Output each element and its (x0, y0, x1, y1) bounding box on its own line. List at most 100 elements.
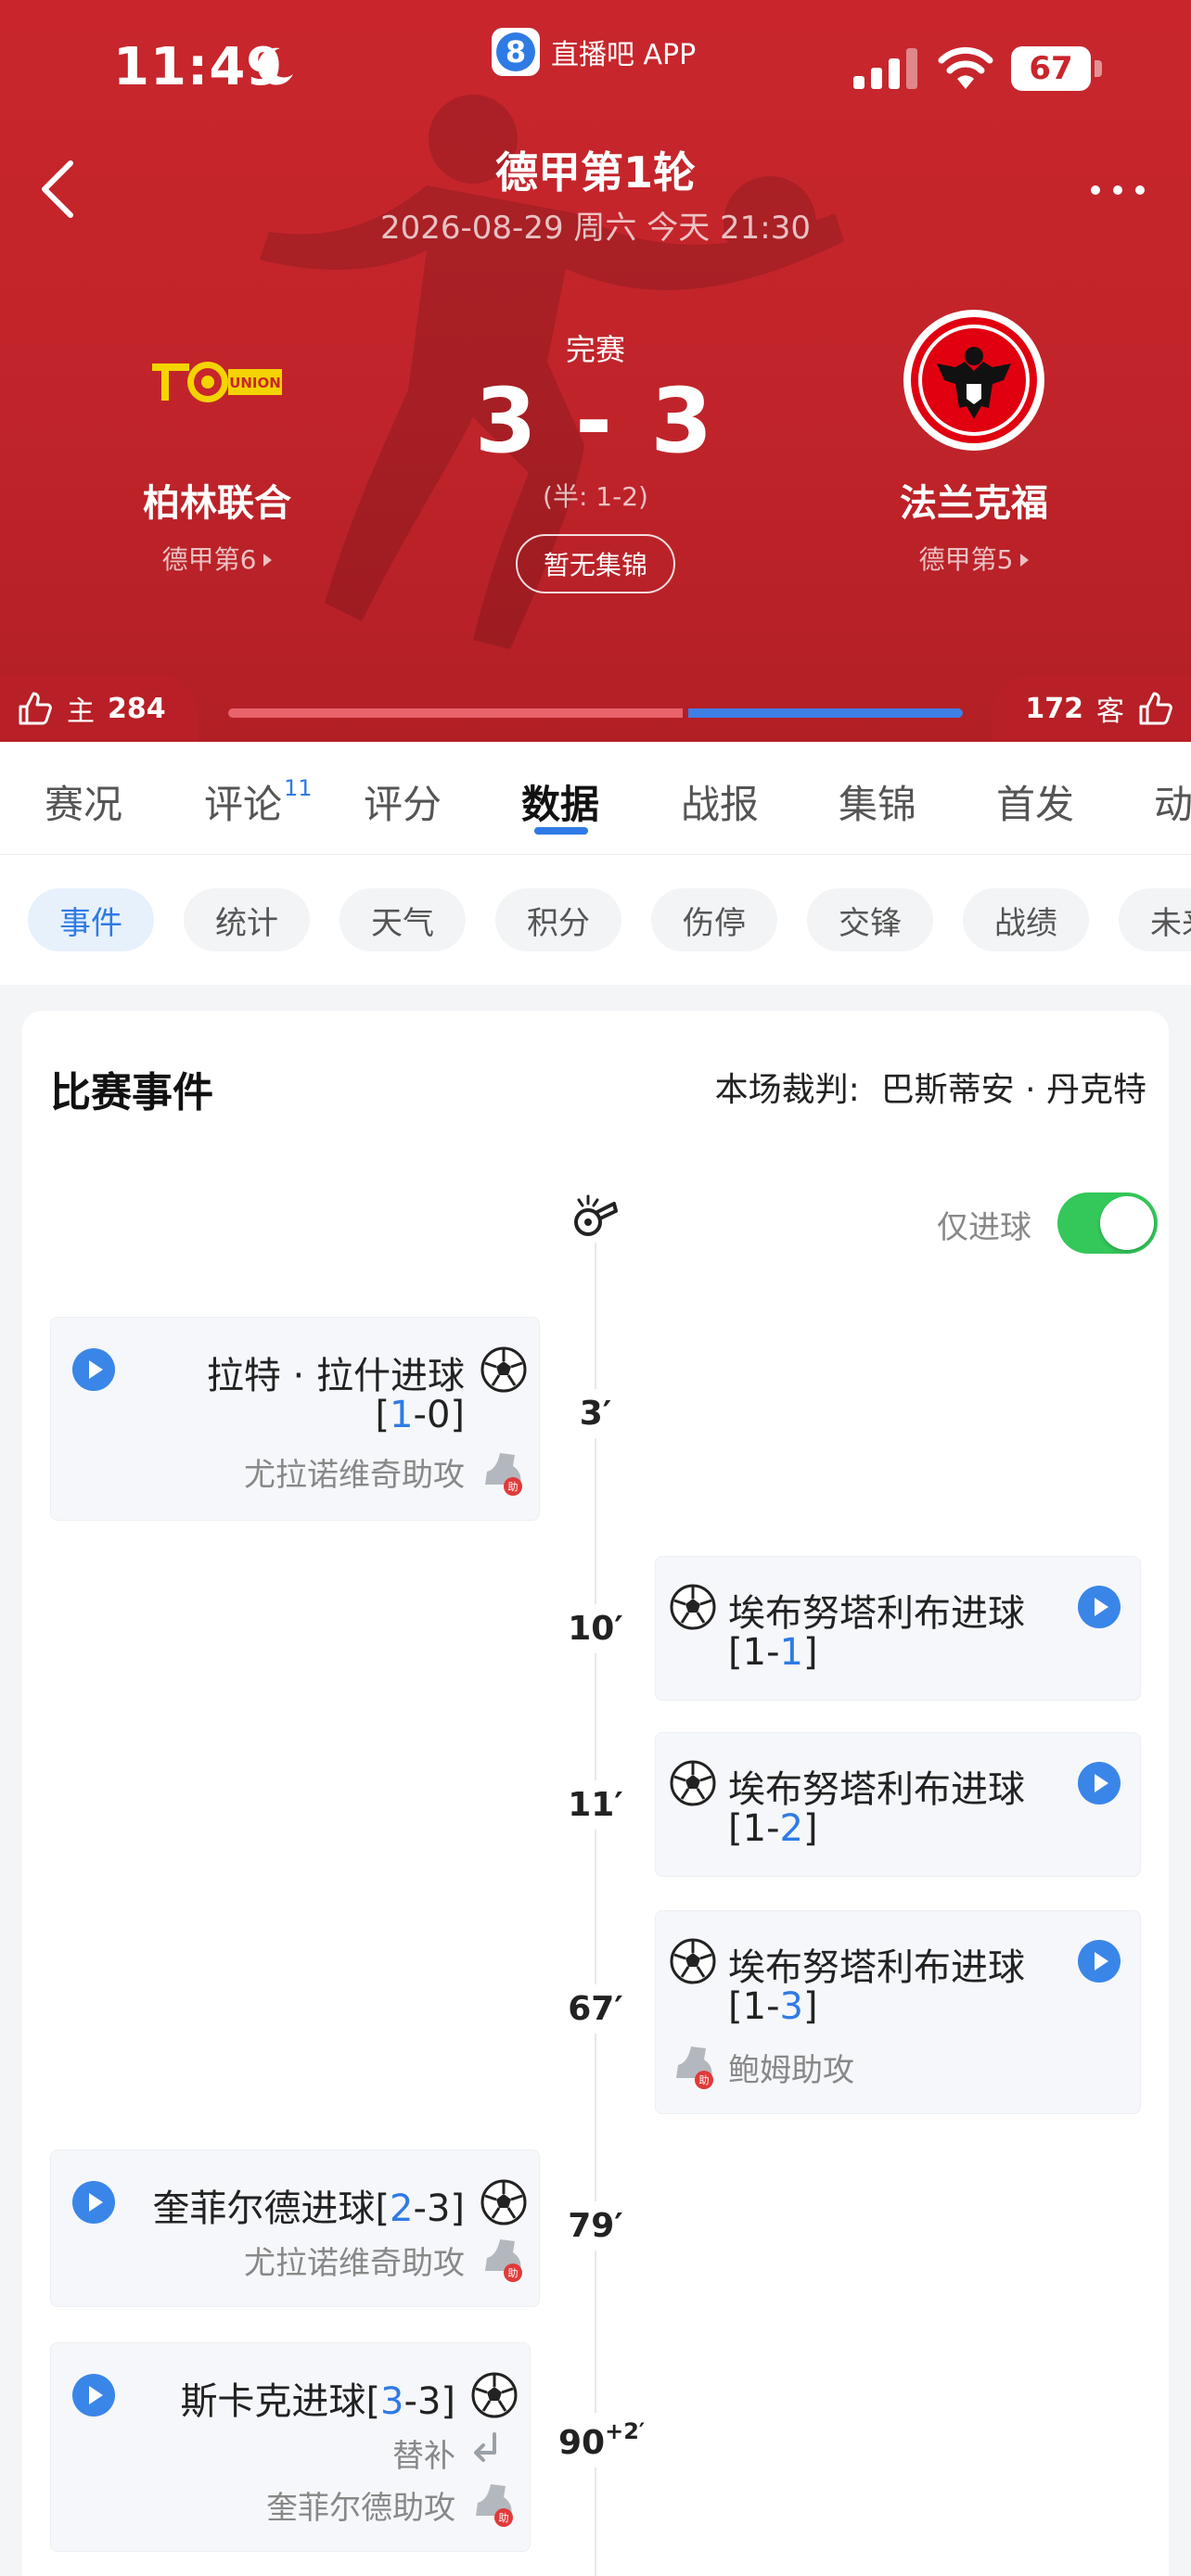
soccer-ball-icon (670, 1584, 716, 1630)
tab-data[interactable]: 数据 (521, 773, 599, 830)
soccer-ball-icon (471, 2372, 518, 2418)
assist-text: 奎菲尔德助攻 (266, 2490, 455, 2527)
moon-icon (257, 47, 293, 85)
event-minute: 3′ (558, 1389, 633, 1438)
more-options-icon[interactable] (1087, 182, 1148, 198)
referee-name: 巴斯蒂安 · 丹克特 (880, 1071, 1146, 1109)
away-vote-button[interactable]: 172 客 (992, 675, 1191, 742)
goal-scorer: 埃布努塔利布进球 (728, 1768, 1025, 1811)
substitute-arrow-icon (474, 2432, 496, 2462)
assist-boot-icon: 助 (485, 2239, 522, 2282)
goal-event-card[interactable]: 奎菲尔德进球[2-3] 尤拉诺维奇助攻 助 (50, 2149, 540, 2307)
whistle-icon (570, 1192, 620, 1243)
assist-text: 尤拉诺维奇助攻 (244, 1457, 465, 1494)
tab-lineup[interactable]: 首发 (996, 773, 1074, 830)
goal-scorer: 埃布努塔利布进球 (728, 1592, 1025, 1635)
play-video-icon[interactable] (1077, 1585, 1121, 1629)
goal-event-card[interactable]: 斯卡克进球[3-3] 替补 奎菲尔德助攻 助 (50, 2342, 531, 2552)
assist-boot-icon: 助 (476, 2484, 513, 2527)
play-video-icon[interactable] (71, 1347, 116, 1392)
tab-report[interactable]: 战报 (681, 773, 759, 830)
away-vote-count: 172 (1025, 692, 1083, 725)
wifi-icon (938, 46, 993, 89)
goal-scorer: 埃布努塔利布进球 (728, 1946, 1025, 1989)
goal-event-card[interactable]: 埃布努塔利布进球 [1-3] 助 鲍姆助攻 (655, 1910, 1141, 2114)
chevron-right-icon (263, 554, 273, 567)
vote-ratio-track (228, 708, 963, 718)
home-vote-button[interactable]: 主 284 (0, 675, 198, 742)
svg-text:助: 助 (699, 2073, 710, 2086)
match-events-card: 比赛事件 本场裁判: 巴斯蒂安 · 丹克特 仅进球 3′ 10′ 11′ 67′… (22, 1011, 1169, 2576)
league-round-title: 德甲第1轮 (494, 147, 696, 198)
app-name: 直播吧 APP (551, 39, 697, 71)
event-minute: 67′ (558, 1984, 633, 2034)
comments-count-badge: 11 (284, 775, 313, 801)
assist-text: 尤拉诺维奇助攻 (244, 2245, 465, 2282)
tab-dynamics[interactable]: 动 (1154, 773, 1191, 830)
data-subtabs: 事件 统计 天气 积分 伤停 交锋 战绩 未来 (0, 855, 1191, 985)
chip-weather[interactable]: 天气 (339, 888, 466, 951)
play-video-icon[interactable] (1077, 1939, 1121, 1983)
goal-event-card[interactable]: 埃布努塔利布进球 [1-2] (655, 1732, 1141, 1877)
away-team[interactable]: 法兰克福 德甲第5 (816, 306, 1132, 577)
tab-live[interactable]: 赛况 (45, 773, 122, 830)
assist-text: 鲍姆助攻 (728, 2052, 854, 2089)
goals-only-toggle[interactable] (1057, 1192, 1158, 1254)
play-video-icon[interactable] (71, 2180, 116, 2225)
events-card-title: 比赛事件 (50, 1069, 213, 1116)
chip-record[interactable]: 战绩 (963, 888, 1089, 951)
play-video-icon[interactable] (1077, 1761, 1121, 1805)
event-minute: 79′ (558, 2201, 633, 2251)
chip-head-to-head[interactable]: 交锋 (807, 888, 933, 951)
goal-event-card[interactable]: 拉特 · 拉什进球 [1-0] 尤拉诺维奇助攻 助 (50, 1317, 540, 1521)
goal-score: [1-3] (728, 1985, 818, 2028)
soccer-ball-icon (670, 1760, 716, 1806)
chip-injuries[interactable]: 伤停 (651, 888, 777, 951)
match-datetime: 2026-08-29 周六 今天 21:30 (380, 210, 811, 247)
highlights-button[interactable]: 暂无集锦 (516, 534, 675, 593)
app-logo-icon: 8 (492, 28, 540, 76)
chip-upcoming[interactable]: 未来 (1119, 888, 1191, 951)
goal-scorer: 奎菲尔德进球[2-3] (152, 2187, 465, 2230)
soccer-ball-icon (480, 1346, 527, 1393)
goal-scorer: 斯卡克进球[3-3] (180, 2380, 455, 2423)
event-minute: 11′ (558, 1780, 633, 1830)
home-vote-label: 主 (67, 695, 95, 728)
play-video-icon[interactable] (71, 2373, 116, 2417)
soccer-ball-icon (670, 1938, 716, 1984)
match-header: 11:49 8 直播吧 APP 67 德甲第1轮 2026-08-29 周六 今… (0, 0, 1191, 742)
goal-score: [1-0] (375, 1394, 465, 1436)
away-team-rank[interactable]: 德甲第5 (816, 540, 1132, 577)
frankfurt-eagle-logo-icon (900, 306, 1048, 454)
tab-comments[interactable]: 评论11 (204, 773, 313, 830)
status-bar: 11:49 8 直播吧 APP 67 (0, 0, 1191, 139)
chip-events[interactable]: 事件 (28, 888, 154, 951)
active-tab-indicator (534, 827, 588, 835)
goal-scorer: 拉特 · 拉什进球 (206, 1355, 465, 1397)
chip-stats[interactable]: 统计 (184, 888, 310, 951)
referee-info: 本场裁判: 巴斯蒂安 · 丹克特 (714, 1071, 1146, 1109)
thumbs-up-icon (19, 692, 52, 725)
goals-only-label: 仅进球 (937, 1209, 1031, 1246)
away-vote-fill (688, 708, 963, 718)
substitute-note: 替补 (392, 2438, 455, 2475)
tab-ratings[interactable]: 评分 (364, 773, 442, 830)
chip-standings[interactable]: 积分 (495, 888, 621, 951)
goal-score: [1-2] (728, 1807, 818, 1850)
home-vote-count: 284 (108, 692, 166, 725)
away-team-name: 法兰克福 (900, 482, 1048, 525)
chevron-right-icon (1020, 554, 1030, 567)
goal-event-card[interactable]: 埃布努塔利布进球 [1-1] (655, 1556, 1141, 1701)
away-vote-label: 客 (1096, 695, 1124, 728)
app-indicator[interactable]: 8 直播吧 APP (492, 26, 696, 78)
event-minute: 10′ (558, 1604, 633, 1653)
fan-vote-bar: 主 284 172 客 (0, 675, 1191, 742)
event-minute: 90+2′ (558, 2413, 645, 2468)
home-team-rank[interactable]: 德甲第6 (59, 540, 375, 577)
svg-text:助: 助 (508, 2266, 519, 2279)
main-tabs: 赛况 评论11 评分 数据 战报 集锦 首发 动 (0, 742, 1191, 855)
signal-icon (853, 48, 917, 89)
tab-highlights[interactable]: 集锦 (839, 773, 916, 830)
goal-score: [1-1] (728, 1631, 818, 1674)
home-vote-fill (228, 708, 684, 718)
